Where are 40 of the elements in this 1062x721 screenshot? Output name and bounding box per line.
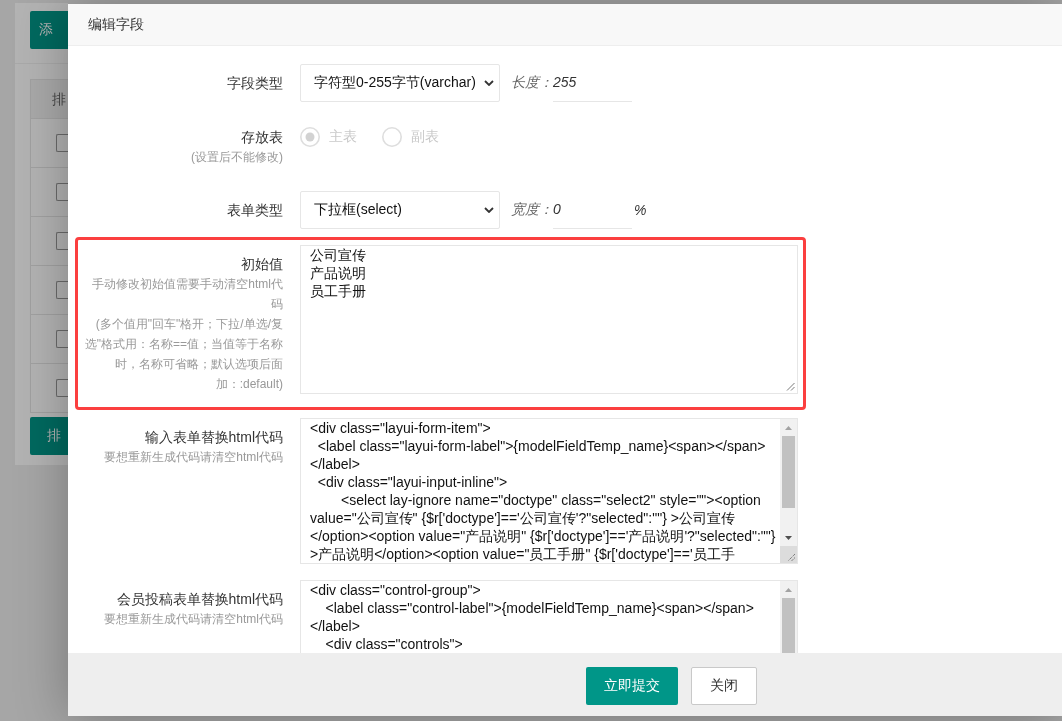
resize-handle-icon[interactable] <box>786 382 795 391</box>
close-button[interactable]: 关闭 <box>691 667 757 705</box>
dropdown[interactable]: 字符型0-255字节(varchar) <box>300 64 500 102</box>
help-text: 要想重新生成代码请清空html代码 <box>104 449 283 466</box>
chevron-down-icon <box>484 80 494 86</box>
field-label: 存放表 <box>241 128 283 147</box>
chevron-down-icon <box>484 207 494 213</box>
input-field[interactable]: 255 <box>553 64 632 102</box>
input-field[interactable]: 0 <box>553 191 632 229</box>
scrollbar-thumb[interactable] <box>782 598 795 653</box>
field-label: 初始值 <box>241 255 283 274</box>
scrollbar[interactable] <box>780 581 797 653</box>
help-text: 手动修改初始值需要手动清空html代 码 (多个值用"回车"格开；下拉/单选/复 选"格式用：名称==值；当值等于名称 时，名称可省略；默认选项后面 加：:default) <box>84 276 283 393</box>
help-text: (设置后不能修改) <box>191 149 283 166</box>
column-header: 排 <box>31 80 68 119</box>
help-text: 要想重新生成代码请清空html代码 <box>104 611 283 628</box>
code-field[interactable]: <div class="layui-form-item"> <label class="layui-form-label">{modelFieldTemp_name}<span></span> </label> <div class="layui-input-inline"> <select lay-ignore name="doctype" class="select2" style=""><option value="公司宣传" {$r['doctype']=='公司宣传'?"selected":""} >公司宣传 </option><option value="产品说明" {$r['doctype']=='产品说明'?"selected":""} >产品说明</option><option value="员工手册" {$r['doctype']=='员工手 <box>300 418 798 564</box>
checkbox[interactable] <box>56 330 68 348</box>
scroll-down-icon[interactable] <box>785 535 792 540</box>
checkbox[interactable] <box>56 232 68 250</box>
checkbox[interactable] <box>56 379 68 397</box>
inline-label: 宽度： <box>511 201 553 219</box>
unit-label: % <box>634 202 647 218</box>
submit-button[interactable]: 立即提交 <box>586 667 678 705</box>
inline-label: 长度： <box>511 74 553 92</box>
resize-handle-icon[interactable] <box>780 546 797 563</box>
scrollbar-thumb[interactable] <box>782 436 795 508</box>
textarea-field[interactable]: 公司宣传 产品说明 员工手册 <box>300 245 798 394</box>
field-label: 会员投稿表单替换html代码 <box>116 590 283 609</box>
checkbox[interactable] <box>56 183 68 201</box>
dialog-title: 编辑字段 <box>88 16 144 32</box>
scrollbar[interactable] <box>780 419 797 546</box>
scroll-up-icon[interactable] <box>785 425 792 430</box>
field-label: 输入表单替换html代码 <box>144 428 283 447</box>
checkbox[interactable] <box>56 281 68 299</box>
dropdown[interactable]: 下拉框(select) <box>300 191 500 229</box>
scroll-up-icon[interactable] <box>785 587 792 592</box>
checkbox[interactable] <box>56 134 68 152</box>
field-label: 表单类型 <box>227 201 283 220</box>
field-label: 字段类型 <box>227 74 283 93</box>
